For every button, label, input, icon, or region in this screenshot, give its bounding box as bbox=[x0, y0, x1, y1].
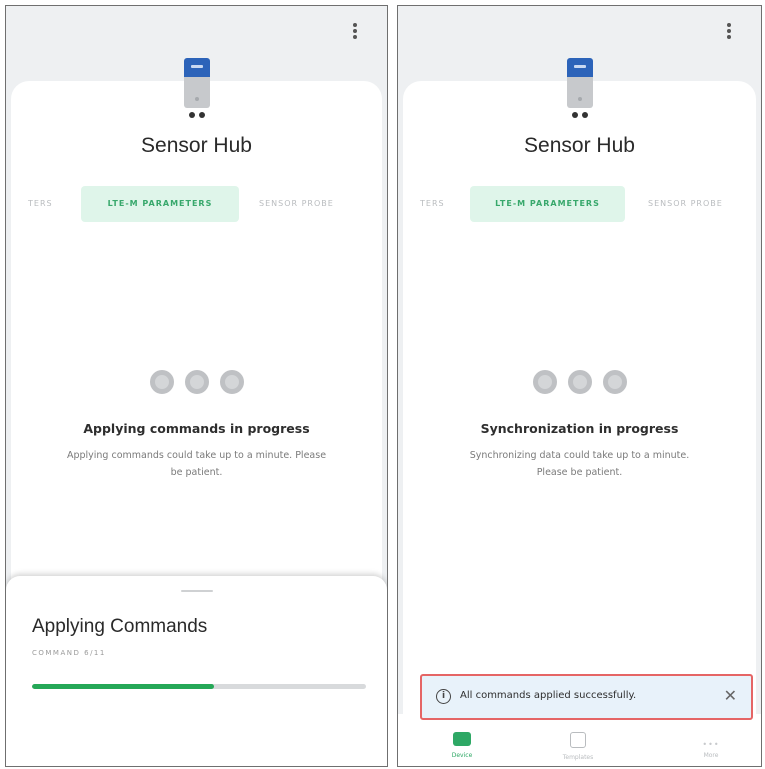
more-options-icon[interactable] bbox=[349, 20, 361, 42]
more-icon bbox=[702, 732, 720, 746]
status-description: Applying commands could take up to a min… bbox=[66, 450, 327, 478]
tab-lte-m-parameters[interactable]: LTE-M PARAMETERS bbox=[470, 186, 625, 222]
loading-indicator bbox=[149, 369, 244, 395]
tab-lte-m-parameters[interactable]: LTE-M PARAMETERS bbox=[81, 186, 239, 222]
tab-sensor-probe[interactable]: SENSOR PROBE bbox=[648, 186, 723, 222]
sheet-drag-handle[interactable] bbox=[180, 590, 213, 592]
command-progress-fill bbox=[32, 684, 215, 689]
tab-parameters[interactable]: TERS bbox=[28, 186, 53, 222]
device-title: Sensor Hub bbox=[524, 134, 635, 157]
applying-commands-sheet: Applying Commands COMMAND 6/11 bbox=[6, 576, 387, 766]
tab-bar: TERS LTE-M PARAMETERS SENSOR PROBE bbox=[6, 186, 387, 222]
templates-icon bbox=[570, 732, 586, 748]
success-snackbar: i All commands applied successfully. ✕ bbox=[420, 674, 753, 720]
nav-more[interactable]: More bbox=[681, 732, 741, 759]
nav-templates-label: Templates bbox=[562, 754, 594, 761]
bottom-navigation: Device Templates More bbox=[398, 714, 761, 766]
info-icon: i bbox=[436, 689, 451, 704]
device-title: Sensor Hub bbox=[141, 134, 252, 157]
device-icon bbox=[453, 732, 471, 746]
nav-more-label: More bbox=[703, 752, 719, 759]
device-label-badge bbox=[190, 65, 203, 68]
close-icon[interactable]: ✕ bbox=[724, 686, 737, 706]
status-title: Synchronization in progress bbox=[480, 421, 679, 436]
snackbar-message: All commands applied successfully. bbox=[460, 690, 637, 701]
loading-indicator bbox=[532, 369, 627, 395]
status-description: Synchronizing data could take up to a mi… bbox=[469, 450, 690, 478]
sheet-title: Applying Commands bbox=[32, 616, 208, 637]
nav-device[interactable]: Device bbox=[432, 732, 492, 759]
device-label-badge bbox=[573, 65, 586, 68]
nav-templates[interactable]: Templates bbox=[548, 732, 608, 761]
tab-sensor-probe[interactable]: SENSOR PROBE bbox=[259, 186, 334, 222]
sensor-hub-device-icon bbox=[183, 58, 210, 124]
screen-synchronization: Sensor Hub TERS LTE-M PARAMETERS SENSOR … bbox=[397, 5, 762, 767]
command-progress-bar bbox=[32, 684, 366, 689]
tab-bar: TERS LTE-M PARAMETERS SENSOR PROBE bbox=[398, 186, 761, 222]
more-options-icon[interactable] bbox=[723, 20, 735, 42]
command-counter: COMMAND 6/11 bbox=[32, 649, 106, 657]
screen-applying-commands: Sensor Hub TERS LTE-M PARAMETERS SENSOR … bbox=[5, 5, 388, 767]
status-title: Applying commands in progress bbox=[83, 421, 310, 436]
tab-parameters[interactable]: TERS bbox=[420, 186, 445, 222]
nav-device-label: Device bbox=[451, 752, 473, 759]
sensor-hub-device-icon bbox=[566, 58, 593, 124]
